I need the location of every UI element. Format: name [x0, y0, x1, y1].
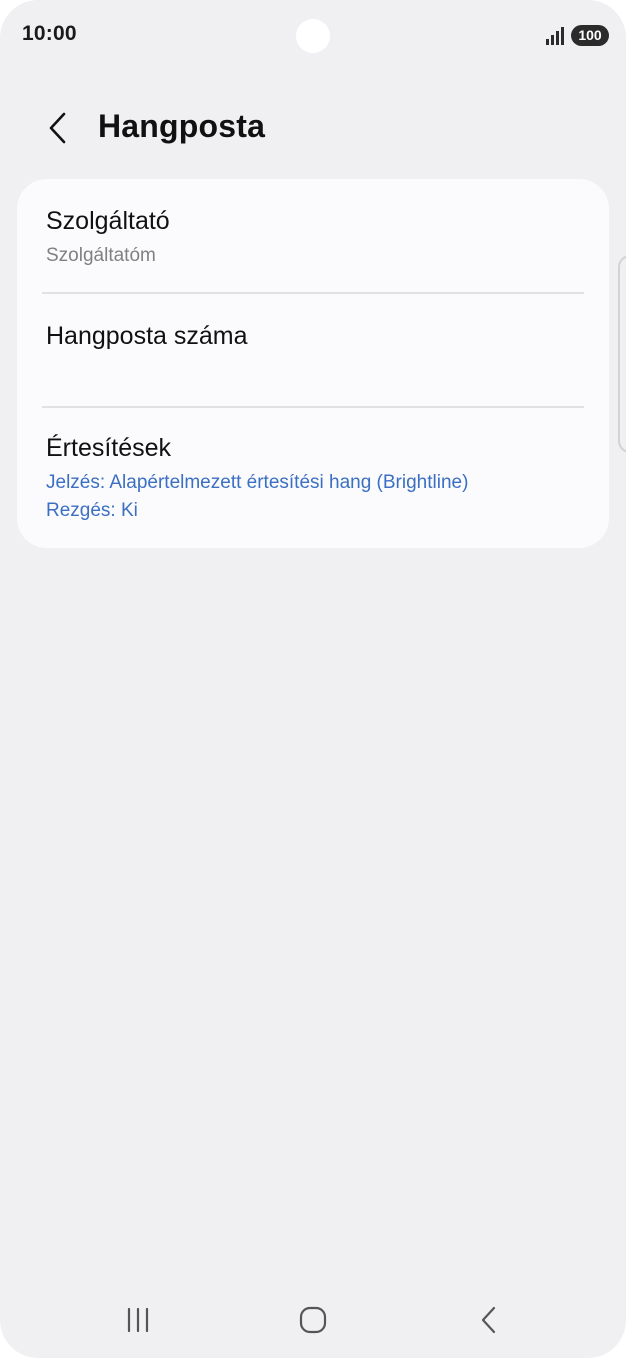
status-bar: 10:00 100	[0, 0, 626, 72]
back-button[interactable]	[36, 106, 80, 150]
home-icon	[299, 1306, 327, 1334]
voicemail-number-title: Hangposta száma	[46, 322, 248, 350]
provider-value: Szolgáltatóm	[46, 245, 156, 266]
voicemail-number-row[interactable]: Hangposta száma	[17, 294, 609, 406]
settings-card: Szolgáltató Szolgáltatóm Hangposta száma…	[17, 179, 609, 548]
notifications-title: Értesítések	[46, 434, 172, 462]
nav-back-button[interactable]	[459, 1298, 519, 1342]
signal-bars-icon	[546, 27, 564, 45]
notifications-row[interactable]: Értesítések Jelzés: Alapértelmezett érte…	[17, 408, 609, 548]
status-time: 10:00	[22, 22, 77, 45]
back-icon	[481, 1306, 496, 1334]
phone-screen: 10:00 100 Hangposta Szolgáltató Szolgált…	[0, 0, 626, 1358]
recents-button[interactable]	[108, 1298, 168, 1342]
provider-row[interactable]: Szolgáltató Szolgáltatóm	[17, 179, 609, 293]
edge-panel-handle[interactable]	[618, 255, 626, 453]
page-title: Hangposta	[98, 108, 266, 144]
notification-sound-value: Jelzés: Alapértelmezett értesítési hang …	[46, 472, 469, 493]
home-button[interactable]	[283, 1298, 343, 1342]
camera-cutout	[296, 19, 330, 53]
vibration-value: Rezgés: Ki	[46, 500, 138, 521]
provider-title: Szolgáltató	[46, 207, 170, 235]
navigation-bar	[0, 1280, 626, 1358]
battery-indicator: 100	[571, 25, 609, 46]
chevron-left-icon	[49, 112, 66, 144]
recents-icon	[127, 1307, 149, 1333]
